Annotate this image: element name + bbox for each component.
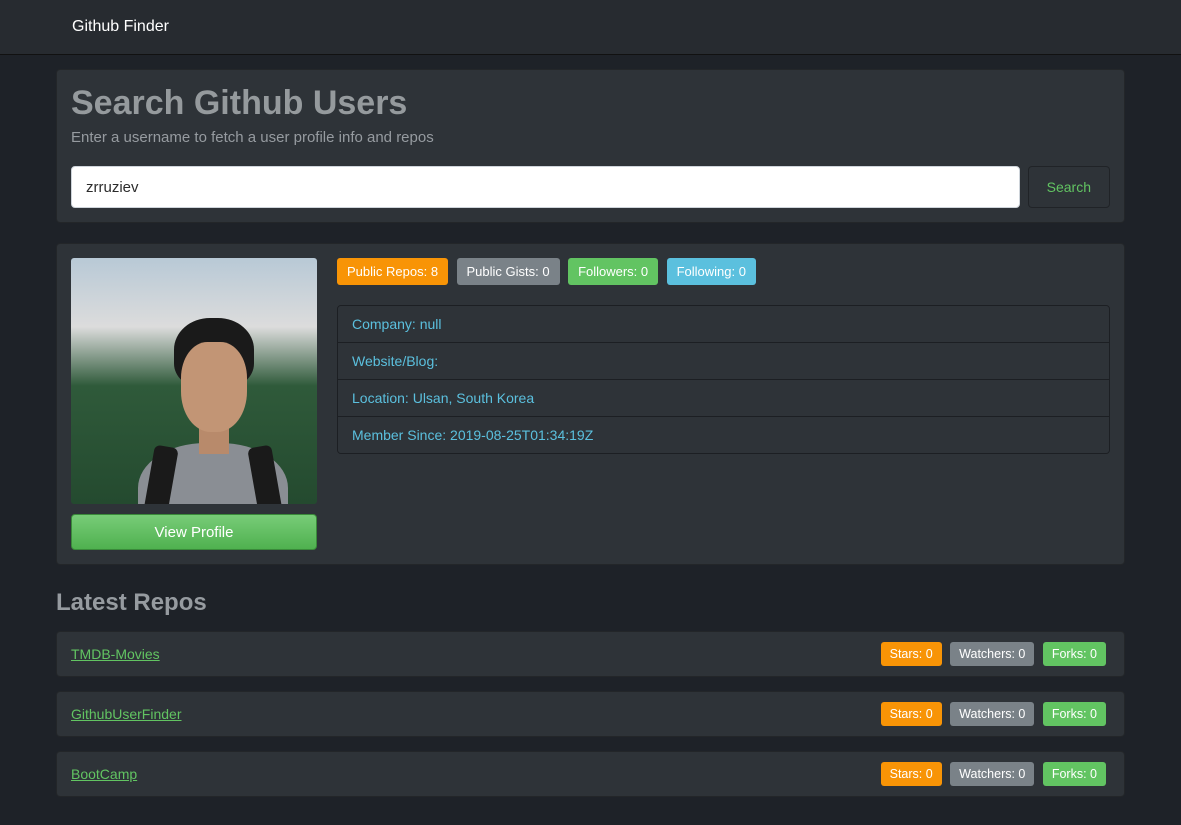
view-profile-button[interactable]: View Profile [71,514,317,550]
search-card: Search Github Users Enter a username to … [56,69,1125,223]
profile-right-column: Public Repos: 8 Public Gists: 0 Follower… [337,258,1110,550]
stars-badge: Stars: 0 [881,642,942,666]
latest-repos-heading: Latest Repos [56,589,1125,617]
repo-badges: Stars: 0 Watchers: 0 Forks: 0 [881,642,1110,666]
profile-stat-badges: Public Repos: 8 Public Gists: 0 Follower… [337,258,1110,285]
forks-badge: Forks: 0 [1043,762,1106,786]
watchers-badge: Watchers: 0 [950,642,1034,666]
profile-left-column: View Profile [71,258,317,550]
stars-badge: Stars: 0 [881,702,942,726]
repo-link[interactable]: GithubUserFinder [71,706,182,722]
navbar: Github Finder [0,0,1181,55]
followers-badge: Followers: 0 [568,258,658,285]
member-since-item: Member Since: 2019-08-25T01:34:19Z [338,416,1109,453]
repo-badges: Stars: 0 Watchers: 0 Forks: 0 [881,702,1110,726]
profile-card: View Profile Public Repos: 8 Public Gist… [56,243,1125,565]
forks-badge: Forks: 0 [1043,642,1106,666]
company-item: Company: null [338,306,1109,342]
search-button[interactable]: Search [1028,166,1110,208]
profile-info-list: Company: null Website/Blog: Location: Ul… [337,305,1110,454]
avatar [71,258,317,504]
repo-link[interactable]: BootCamp [71,766,137,782]
search-input[interactable] [71,166,1020,208]
watchers-badge: Watchers: 0 [950,762,1034,786]
main-container: Search Github Users Enter a username to … [0,55,1181,825]
repo-badges: Stars: 0 Watchers: 0 Forks: 0 [881,762,1110,786]
forks-badge: Forks: 0 [1043,702,1106,726]
repo-card: TMDB-Movies Stars: 0 Watchers: 0 Forks: … [56,631,1125,677]
repo-card: GithubUserFinder Stars: 0 Watchers: 0 Fo… [56,691,1125,737]
following-badge: Following: 0 [667,258,756,285]
watchers-badge: Watchers: 0 [950,702,1034,726]
repo-card: BootCamp Stars: 0 Watchers: 0 Forks: 0 [56,751,1125,797]
repo-link[interactable]: TMDB-Movies [71,646,160,662]
navbar-brand[interactable]: Github Finder [60,10,181,44]
website-item: Website/Blog: [338,342,1109,379]
stars-badge: Stars: 0 [881,762,942,786]
public-gists-badge: Public Gists: 0 [457,258,560,285]
page-title: Search Github Users [71,84,1110,123]
search-row: Search [71,166,1110,208]
page-subtitle: Enter a username to fetch a user profile… [71,129,1110,146]
location-item: Location: Ulsan, South Korea [338,379,1109,416]
public-repos-badge: Public Repos: 8 [337,258,448,285]
